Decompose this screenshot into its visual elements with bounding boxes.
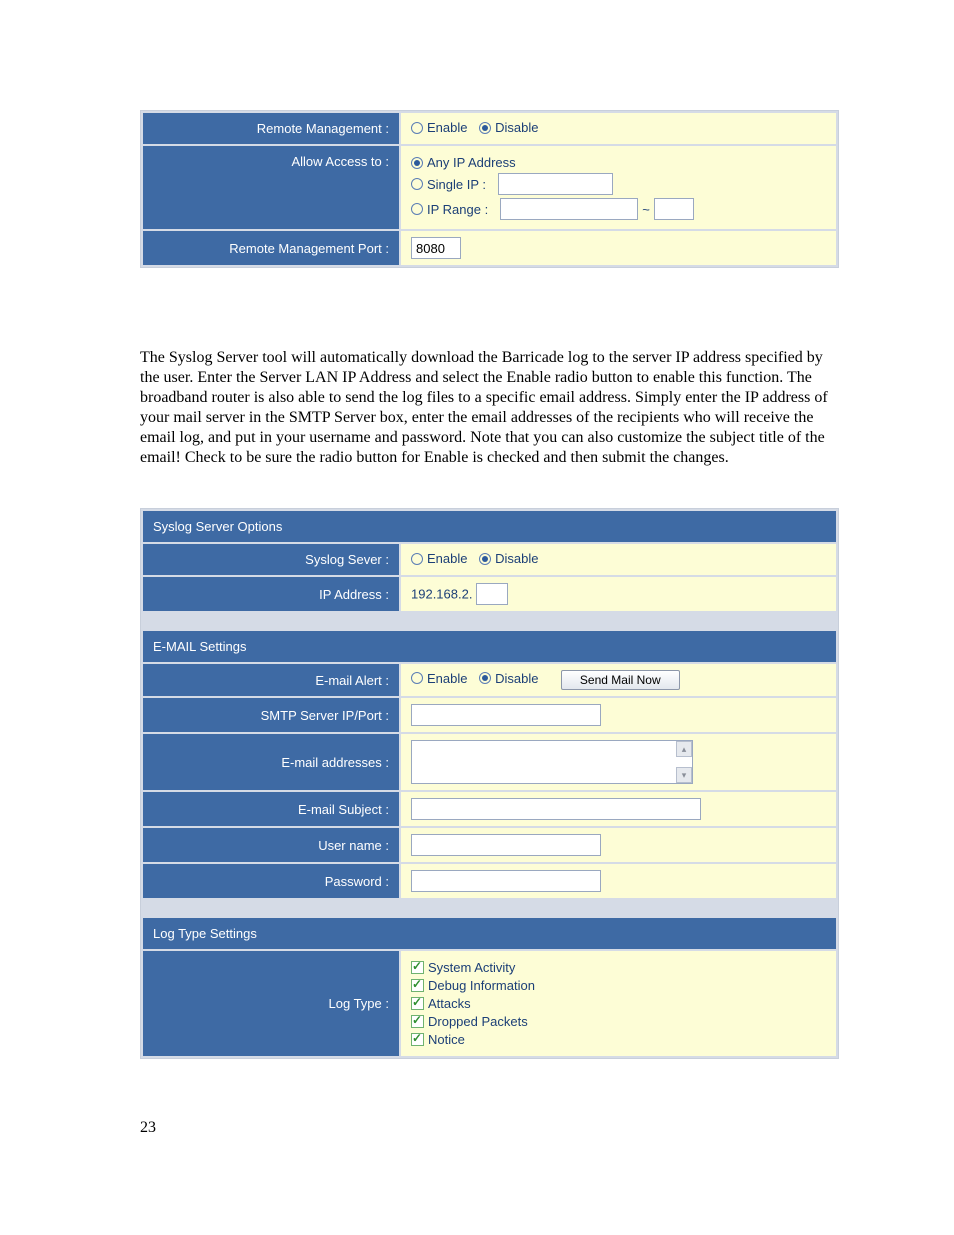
label-email-alert: E-mail Alert : bbox=[142, 663, 400, 697]
syslog-email-panel: Syslog Server Options Syslog Sever : Ena… bbox=[140, 508, 839, 1059]
label-smtp-server: SMTP Server IP/Port : bbox=[142, 697, 400, 733]
send-mail-now-button[interactable]: Send Mail Now bbox=[561, 670, 680, 690]
remote-management-enable-radio[interactable]: Enable bbox=[411, 120, 467, 135]
radio-icon bbox=[411, 122, 423, 134]
checkbox-label: Attacks bbox=[428, 996, 471, 1011]
radio-icon bbox=[411, 157, 423, 169]
log-type-debug-information[interactable]: Debug Information bbox=[411, 978, 826, 993]
radio-label: Enable bbox=[427, 551, 467, 566]
label-remote-port: Remote Management Port : bbox=[142, 230, 400, 266]
checkbox-icon bbox=[411, 961, 424, 974]
allow-any-ip-radio[interactable]: Any IP Address bbox=[411, 155, 516, 170]
radio-label: Enable bbox=[427, 671, 467, 686]
radio-icon bbox=[479, 122, 491, 134]
label-email-addresses: E-mail addresses : bbox=[142, 733, 400, 791]
radio-label: Enable bbox=[427, 120, 467, 135]
radio-icon bbox=[411, 553, 423, 565]
radio-label: Disable bbox=[495, 120, 538, 135]
label-ip-address: IP Address : bbox=[142, 576, 400, 612]
radio-label: Disable bbox=[495, 551, 538, 566]
email-addresses-textarea[interactable]: ▴ ▾ bbox=[411, 740, 693, 784]
radio-label: Any IP Address bbox=[427, 155, 516, 170]
email-section-header: E-MAIL Settings bbox=[142, 630, 837, 663]
allow-single-ip-radio[interactable]: Single IP : bbox=[411, 177, 486, 192]
label-password: Password : bbox=[142, 863, 400, 899]
single-ip-input[interactable] bbox=[498, 173, 613, 195]
label-log-type: Log Type : bbox=[142, 950, 400, 1057]
log-type-dropped-packets[interactable]: Dropped Packets bbox=[411, 1014, 826, 1029]
syslog-disable-radio[interactable]: Disable bbox=[479, 551, 538, 566]
syslog-section-header: Syslog Server Options bbox=[142, 510, 837, 543]
scroll-down-icon[interactable]: ▾ bbox=[676, 767, 692, 783]
checkbox-icon bbox=[411, 979, 424, 992]
log-type-system-activity[interactable]: System Activity bbox=[411, 960, 826, 975]
remote-port-input[interactable] bbox=[411, 237, 461, 259]
radio-label: IP Range : bbox=[427, 202, 488, 217]
checkbox-label: Dropped Packets bbox=[428, 1014, 528, 1029]
scroll-up-icon[interactable]: ▴ bbox=[676, 741, 692, 757]
radio-icon bbox=[479, 672, 491, 684]
email-alert-enable-radio[interactable]: Enable bbox=[411, 671, 467, 686]
radio-icon bbox=[479, 553, 491, 565]
radio-icon bbox=[411, 203, 423, 215]
description-paragraph: The Syslog Server tool will automaticall… bbox=[140, 348, 839, 468]
log-type-attacks[interactable]: Attacks bbox=[411, 996, 826, 1011]
range-separator: ~ bbox=[642, 202, 650, 217]
checkbox-icon bbox=[411, 997, 424, 1010]
syslog-ip-last-octet-input[interactable] bbox=[476, 583, 508, 605]
email-alert-disable-radio[interactable]: Disable bbox=[479, 671, 538, 686]
syslog-enable-radio[interactable]: Enable bbox=[411, 551, 467, 566]
checkbox-label: System Activity bbox=[428, 960, 515, 975]
ip-range-end-input[interactable] bbox=[654, 198, 694, 220]
page-number: 23 bbox=[140, 1119, 839, 1177]
label-allow-access: Allow Access to : bbox=[142, 145, 400, 230]
label-email-subject: E-mail Subject : bbox=[142, 791, 400, 827]
radio-label: Single IP : bbox=[427, 177, 486, 192]
allow-ip-range-radio[interactable]: IP Range : bbox=[411, 202, 488, 217]
log-type-notice[interactable]: Notice bbox=[411, 1032, 826, 1047]
checkbox-label: Debug Information bbox=[428, 978, 535, 993]
email-subject-input[interactable] bbox=[411, 798, 701, 820]
password-input[interactable] bbox=[411, 870, 601, 892]
remote-management-panel: Remote Management : Enable Disable Allow bbox=[140, 110, 839, 268]
ip-prefix: 192.168.2. bbox=[411, 587, 472, 602]
checkbox-label: Notice bbox=[428, 1032, 465, 1047]
radio-icon bbox=[411, 672, 423, 684]
ip-range-start-input[interactable] bbox=[500, 198, 638, 220]
radio-label: Disable bbox=[495, 671, 538, 686]
checkbox-icon bbox=[411, 1015, 424, 1028]
label-remote-management: Remote Management : bbox=[142, 112, 400, 145]
logtype-section-header: Log Type Settings bbox=[142, 917, 837, 950]
label-user-name: User name : bbox=[142, 827, 400, 863]
checkbox-icon bbox=[411, 1033, 424, 1046]
user-name-input[interactable] bbox=[411, 834, 601, 856]
remote-management-disable-radio[interactable]: Disable bbox=[479, 120, 538, 135]
radio-icon bbox=[411, 178, 423, 190]
label-syslog-server: Syslog Sever : bbox=[142, 543, 400, 576]
smtp-server-input[interactable] bbox=[411, 704, 601, 726]
